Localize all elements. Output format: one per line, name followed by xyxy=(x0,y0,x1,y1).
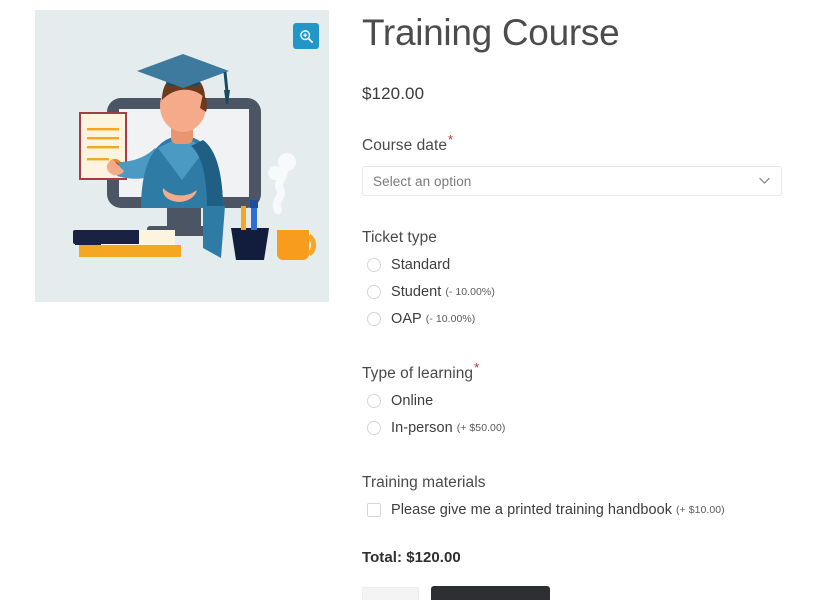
training-materials-options: Please give me a printed training handbo… xyxy=(362,496,782,523)
option-price-modifier: (- 10.00%) xyxy=(445,285,495,298)
ticket-type-options: Standard Student (- 10.00%) OAP (- 10.00… xyxy=(362,251,782,332)
option-label: OAP xyxy=(391,310,422,327)
type-of-learning-label: Type of learning* xyxy=(362,360,480,383)
option-label: Online xyxy=(391,392,434,409)
zoom-image-button[interactable] xyxy=(293,23,319,49)
radio-option-in-person[interactable]: In-person (+ $50.00) xyxy=(362,414,782,441)
product-summary: Training Course $120.00 Course date* Sel… xyxy=(362,0,782,600)
add-to-cart-button[interactable]: Add to cart xyxy=(431,586,550,600)
option-label: Standard xyxy=(391,256,451,273)
field-training-materials: Training materials Please give me a prin… xyxy=(362,441,782,523)
quantity-input[interactable] xyxy=(362,586,419,600)
magnify-plus-icon xyxy=(299,29,313,43)
course-illustration xyxy=(35,10,329,302)
chevron-down-icon xyxy=(759,178,770,184)
required-asterisk: * xyxy=(448,132,454,148)
option-price-modifier: (- 10.00%) xyxy=(425,312,476,325)
field-course-date: Course date* Select an option xyxy=(362,104,782,197)
product-page: Training Course $120.00 Course date* Sel… xyxy=(0,0,820,600)
type-of-learning-options: Online In-person (+ $50.00) xyxy=(362,387,782,441)
training-materials-label: Training materials xyxy=(362,474,486,492)
option-label: Please give me a printed training handbo… xyxy=(391,501,673,518)
radio-option-online[interactable]: Online xyxy=(362,387,782,414)
field-type-of-learning: Type of learning* Online In-person (+ $5… xyxy=(362,332,782,441)
option-label: In-person xyxy=(391,419,453,436)
option-label: Student xyxy=(391,283,442,300)
checkbox-icon[interactable] xyxy=(367,502,381,517)
radio-option-oap[interactable]: OAP (- 10.00%) xyxy=(362,305,782,332)
add-to-cart-row: Add to cart xyxy=(362,566,782,600)
option-price-modifier: (+ $50.00) xyxy=(456,421,506,434)
course-date-select[interactable]: Select an option xyxy=(362,166,782,197)
radio-icon[interactable] xyxy=(367,393,381,408)
total-price: Total: $120.00 xyxy=(362,549,461,567)
radio-icon[interactable] xyxy=(367,257,381,272)
ticket-type-label: Ticket type xyxy=(362,229,437,247)
field-ticket-type: Ticket type Standard Student (- 10.00%) … xyxy=(362,196,782,332)
course-date-label: Course date* xyxy=(362,132,454,155)
radio-icon[interactable] xyxy=(367,311,381,326)
product-gallery[interactable] xyxy=(35,10,329,302)
product-price: $120.00 xyxy=(362,84,425,104)
radio-icon[interactable] xyxy=(367,420,381,435)
page-title: Training Course xyxy=(362,12,620,53)
radio-option-standard[interactable]: Standard xyxy=(362,251,782,278)
radio-option-student[interactable]: Student (- 10.00%) xyxy=(362,278,782,305)
option-price-modifier: (+ $10.00) xyxy=(676,503,725,516)
radio-icon[interactable] xyxy=(367,284,381,299)
checkbox-option-handbook[interactable]: Please give me a printed training handbo… xyxy=(362,496,782,523)
course-date-selected-value: Select an option xyxy=(373,173,472,189)
required-asterisk: * xyxy=(474,360,480,376)
